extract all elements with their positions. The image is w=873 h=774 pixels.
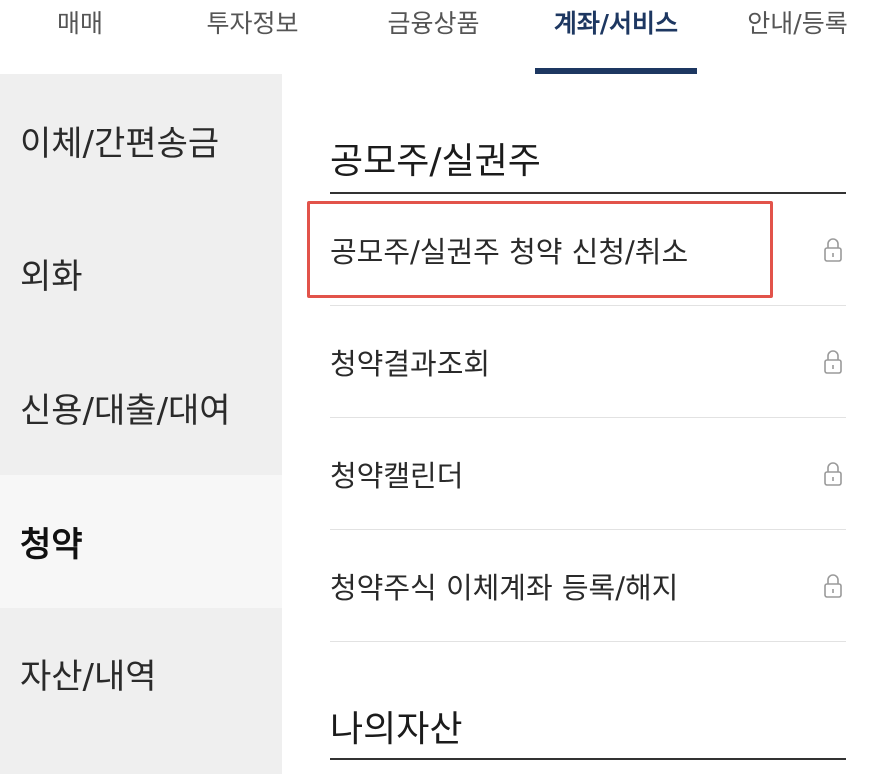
lock-icon	[824, 349, 842, 374]
menu-item-label: 청약주식 이체계좌 등록/해지	[330, 570, 679, 605]
sidebar: 이체/간편송금 외화 신용/대출/대여 청약 자산/내역	[0, 74, 282, 774]
sidebar-item-label: 이체/간편송금	[20, 124, 220, 164]
sidebar-item-transfer[interactable]: 이체/간편송금	[0, 74, 282, 207]
sidebar-item-label: 외화	[20, 257, 83, 297]
section-title-ipo: 공모주/실권주	[330, 141, 541, 182]
sidebar-item-assets-history[interactable]: 자산/내역	[0, 608, 282, 738]
tab-guide-registration[interactable]: 안내/등록	[730, 0, 865, 74]
sidebar-item-label: 자산/내역	[20, 656, 157, 697]
menu-item-subscription-calendar[interactable]: 청약캘린더	[330, 418, 846, 530]
main-panel: 공모주/실권주 공모주/실권주 청약 신청/취소 청약결과조회 청약캘린더 청약…	[282, 74, 873, 774]
sidebar-item-label: 신용/대출/대여	[20, 391, 231, 431]
sidebar-item-credit-loan[interactable]: 신용/대출/대여	[0, 340, 282, 475]
menu-item-label: 청약결과조회	[330, 346, 491, 381]
menu-item-transfer-account-register[interactable]: 청약주식 이체계좌 등록/해지	[330, 530, 846, 642]
sidebar-item-foreign-currency[interactable]: 외화	[0, 207, 282, 340]
sidebar-item-subscription[interactable]: 청약	[0, 475, 282, 608]
lock-icon	[824, 573, 842, 598]
tab-financial-products[interactable]: 금융상품	[366, 0, 501, 74]
sidebar-item-label: 청약	[20, 525, 83, 565]
menu-item-ipo-apply-cancel[interactable]: 공모주/실권주 청약 신청/취소	[330, 194, 846, 306]
tab-trading[interactable]: 매매	[30, 0, 130, 74]
menu-item-subscription-results[interactable]: 청약결과조회	[330, 306, 846, 418]
menu-item-label: 청약캘린더	[330, 458, 464, 493]
section-divider	[330, 758, 846, 760]
top-navigation: 매매 투자정보 금융상품 계좌/서비스 안내/등록	[0, 0, 873, 74]
menu-item-label: 공모주/실권주 청약 신청/취소	[330, 234, 689, 269]
tab-account-services[interactable]: 계좌/서비스	[530, 0, 702, 74]
lock-icon	[824, 237, 842, 262]
tab-investment-info[interactable]: 투자정보	[185, 0, 320, 74]
lock-icon	[824, 461, 842, 486]
section-title-my-assets: 나의자산	[330, 709, 463, 750]
